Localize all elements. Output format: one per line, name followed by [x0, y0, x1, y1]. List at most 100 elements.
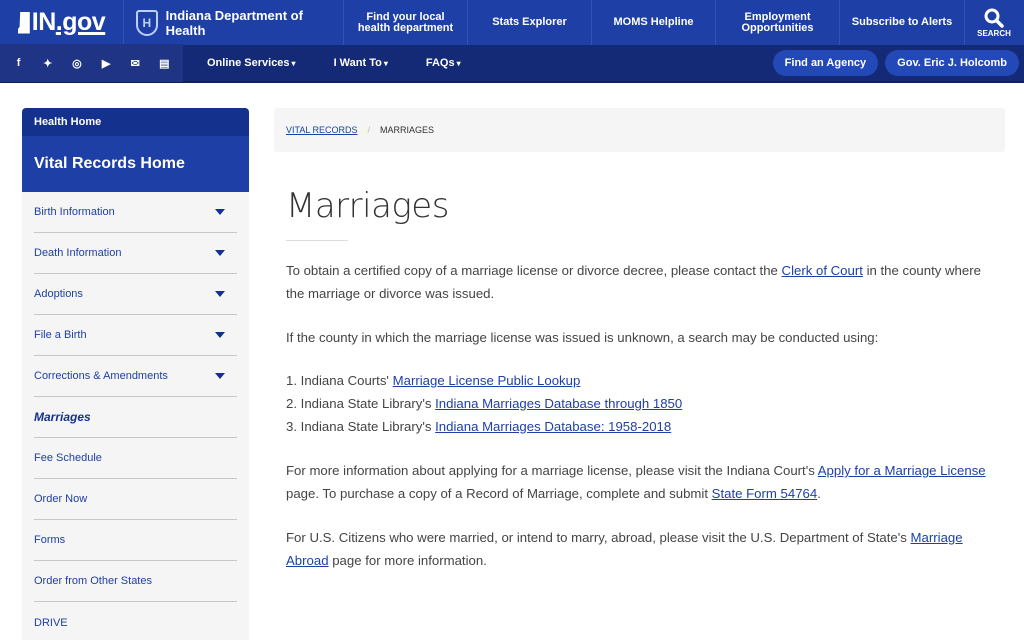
expand-triangle-icon[interactable]: [215, 209, 225, 215]
sidebar-item-drive[interactable]: DRIVE: [34, 602, 237, 640]
list-item: 3. Indiana State Library's Indiana Marri…: [286, 415, 998, 438]
sidebar-item-label: File a Birth: [34, 329, 87, 341]
sidebar-item-file-a-birth[interactable]: File a Birth: [34, 315, 237, 356]
sidebar-item-order-from-other-states[interactable]: Order from Other States: [34, 561, 237, 602]
sidebar-item-label: Order Now: [34, 493, 88, 505]
list-item: 2. Indiana State Library's Indiana Marri…: [286, 392, 998, 415]
sidebar-item-label: Order from Other States: [34, 575, 152, 587]
menu-label: I Want To: [333, 57, 382, 69]
sidebar-item-corrections-amendments[interactable]: Corrections & Amendments: [34, 356, 237, 397]
brand-suffix: .gov: [55, 8, 106, 36]
breadcrumb-current: MARRIAGES: [380, 125, 435, 135]
nav-subscribe-to-alerts[interactable]: Subscribe to Alerts: [840, 0, 965, 45]
indiana-state-icon: [17, 11, 30, 34]
title-divider: [286, 240, 348, 241]
caret-down-icon: ▾: [456, 59, 461, 68]
apply-marriage-license-link[interactable]: Apply for a Marriage License: [818, 463, 986, 478]
nav-find-local-health-dept[interactable]: Find your local health department: [344, 0, 468, 45]
expand-triangle-icon[interactable]: [215, 373, 225, 379]
text: page for more information.: [328, 553, 487, 568]
sidebar-item-label: Forms: [34, 534, 66, 546]
sidebar-item-birth-information[interactable]: Birth Information: [34, 192, 237, 233]
main-content: To obtain a certified copy of a marriage…: [286, 259, 998, 593]
breadcrumb-vital-records[interactable]: VITAL RECORDS: [286, 125, 358, 135]
expand-triangle-icon[interactable]: [215, 250, 225, 256]
menu-label: FAQs: [425, 57, 455, 69]
text: 3. Indiana State Library's: [286, 419, 436, 434]
text: For U.S. Citizens who were married, or i…: [286, 530, 911, 545]
text: 2. Indiana State Library's: [286, 396, 436, 411]
text: page. To purchase a copy of a Record of …: [286, 486, 712, 501]
page-title: Marriages: [286, 186, 449, 226]
instagram-icon[interactable]: ◎: [70, 56, 84, 70]
sidebar-item-label: Birth Information: [34, 206, 115, 218]
text: For more information about applying for …: [286, 463, 818, 478]
secondary-nav: f ✦ ◎ ▶ ✉ ▤ Online Services ▾ I Want To ▾ …: [0, 44, 1024, 83]
menu-faqs[interactable]: FAQs ▾: [426, 57, 461, 69]
search-label: SEARCH: [977, 28, 1011, 38]
sidebar-vital-records-home[interactable]: Vital Records Home: [22, 136, 249, 192]
nav-moms-helpline[interactable]: MOMS Helpline: [592, 0, 716, 45]
sidebar-item-label: Adoptions: [34, 288, 83, 300]
menu-i-want-to[interactable]: I Want To ▾: [334, 57, 388, 69]
nav-employment-opportunities[interactable]: Employment Opportunities: [716, 0, 840, 45]
sidebar-health-home[interactable]: Health Home: [22, 108, 249, 136]
sidebar-item-label: Death Information: [34, 247, 122, 259]
search-button[interactable]: SEARCH: [965, 0, 1023, 45]
text: 1. Indiana Courts': [286, 373, 393, 388]
menu-label: Online Services: [207, 57, 290, 69]
list-item: 1. Indiana Courts' Marriage License Publ…: [286, 369, 998, 392]
top-header: IN .gov H Indiana Department of Health Fi…: [0, 0, 1024, 45]
search-resources-list: 1. Indiana Courts' Marriage License Publ…: [286, 369, 998, 438]
find-an-agency-button[interactable]: Find an Agency: [772, 50, 879, 76]
in-gov-wordmark: IN .gov: [17, 8, 106, 37]
state-form-54764-link[interactable]: State Form 54764: [712, 486, 818, 501]
calendar-icon[interactable]: ▤: [157, 56, 171, 70]
menu-online-services[interactable]: Online Services ▾: [207, 57, 296, 69]
text: .: [817, 486, 821, 501]
sidebar-item-marriages[interactable]: Marriages: [34, 397, 237, 438]
sidebar-item-fee-schedule[interactable]: Fee Schedule: [34, 438, 237, 479]
top-nav: Find your local health department Stats …: [344, 0, 1024, 45]
in-gov-logo[interactable]: IN .gov: [0, 0, 124, 45]
sidebar-item-death-information[interactable]: Death Information: [34, 233, 237, 274]
paragraph-search: If the county in which the marriage lice…: [286, 330, 879, 345]
dropdown-menus: Online Services ▾ I Want To ▾ FAQs ▾: [207, 57, 499, 69]
marriage-license-public-lookup-link[interactable]: Marriage License Public Lookup: [393, 373, 581, 388]
sidebar-list: Birth Information Death Information Adop…: [22, 192, 249, 640]
sidebar-item-label: Marriages: [34, 410, 91, 424]
sidebar: Health Home Vital Records Home Birth Inf…: [22, 108, 249, 640]
breadcrumb-separator: /: [367, 125, 371, 135]
sidebar-item-label: Corrections & Amendments: [34, 370, 168, 382]
marriages-database-1958-2018-link[interactable]: Indiana Marriages Database: 1958-2018: [435, 419, 671, 434]
paragraph-certified-copy: To obtain a certified copy of a marriage…: [286, 259, 998, 305]
facebook-icon[interactable]: f: [12, 56, 26, 70]
caret-down-icon: ▾: [383, 59, 388, 68]
twitter-icon[interactable]: ✦: [41, 56, 55, 70]
sidebar-item-forms[interactable]: Forms: [34, 520, 237, 561]
sidebar-item-label: Fee Schedule: [34, 452, 102, 464]
youtube-icon[interactable]: ▶: [99, 56, 113, 70]
nav-stats-explorer[interactable]: Stats Explorer: [468, 0, 592, 45]
paragraph-abroad: For U.S. Citizens who were married, or i…: [286, 526, 998, 572]
caret-down-icon: ▾: [291, 59, 296, 68]
paragraph-apply: For more information about applying for …: [286, 459, 998, 505]
email-icon[interactable]: ✉: [128, 56, 142, 70]
sidebar-item-label: DRIVE: [34, 616, 68, 629]
clerk-of-court-link[interactable]: Clerk of Court: [782, 263, 863, 278]
sidebar-item-adoptions[interactable]: Adoptions: [34, 274, 237, 315]
idoh-shield-icon: H: [136, 9, 158, 36]
expand-triangle-icon[interactable]: [215, 332, 225, 338]
brand-prefix: IN: [31, 8, 57, 36]
search-icon: [984, 8, 1004, 28]
expand-triangle-icon[interactable]: [215, 291, 225, 297]
breadcrumb: VITAL RECORDS / MARRIAGES: [274, 108, 1005, 152]
social-links: f ✦ ◎ ▶ ✉ ▤: [0, 44, 183, 82]
agency-name: Indiana Department of Health: [165, 7, 303, 38]
quick-links: Find an Agency Gov. Eric J. Holcomb: [766, 50, 1019, 76]
text: To obtain a certified copy of a marriage…: [286, 263, 782, 278]
marriages-database-1850-link[interactable]: Indiana Marriages Database through 1850: [435, 396, 682, 411]
governor-button[interactable]: Gov. Eric J. Holcomb: [885, 50, 1019, 76]
agency-home-link[interactable]: H Indiana Department of Health: [124, 0, 344, 45]
sidebar-item-order-now[interactable]: Order Now: [34, 479, 237, 520]
